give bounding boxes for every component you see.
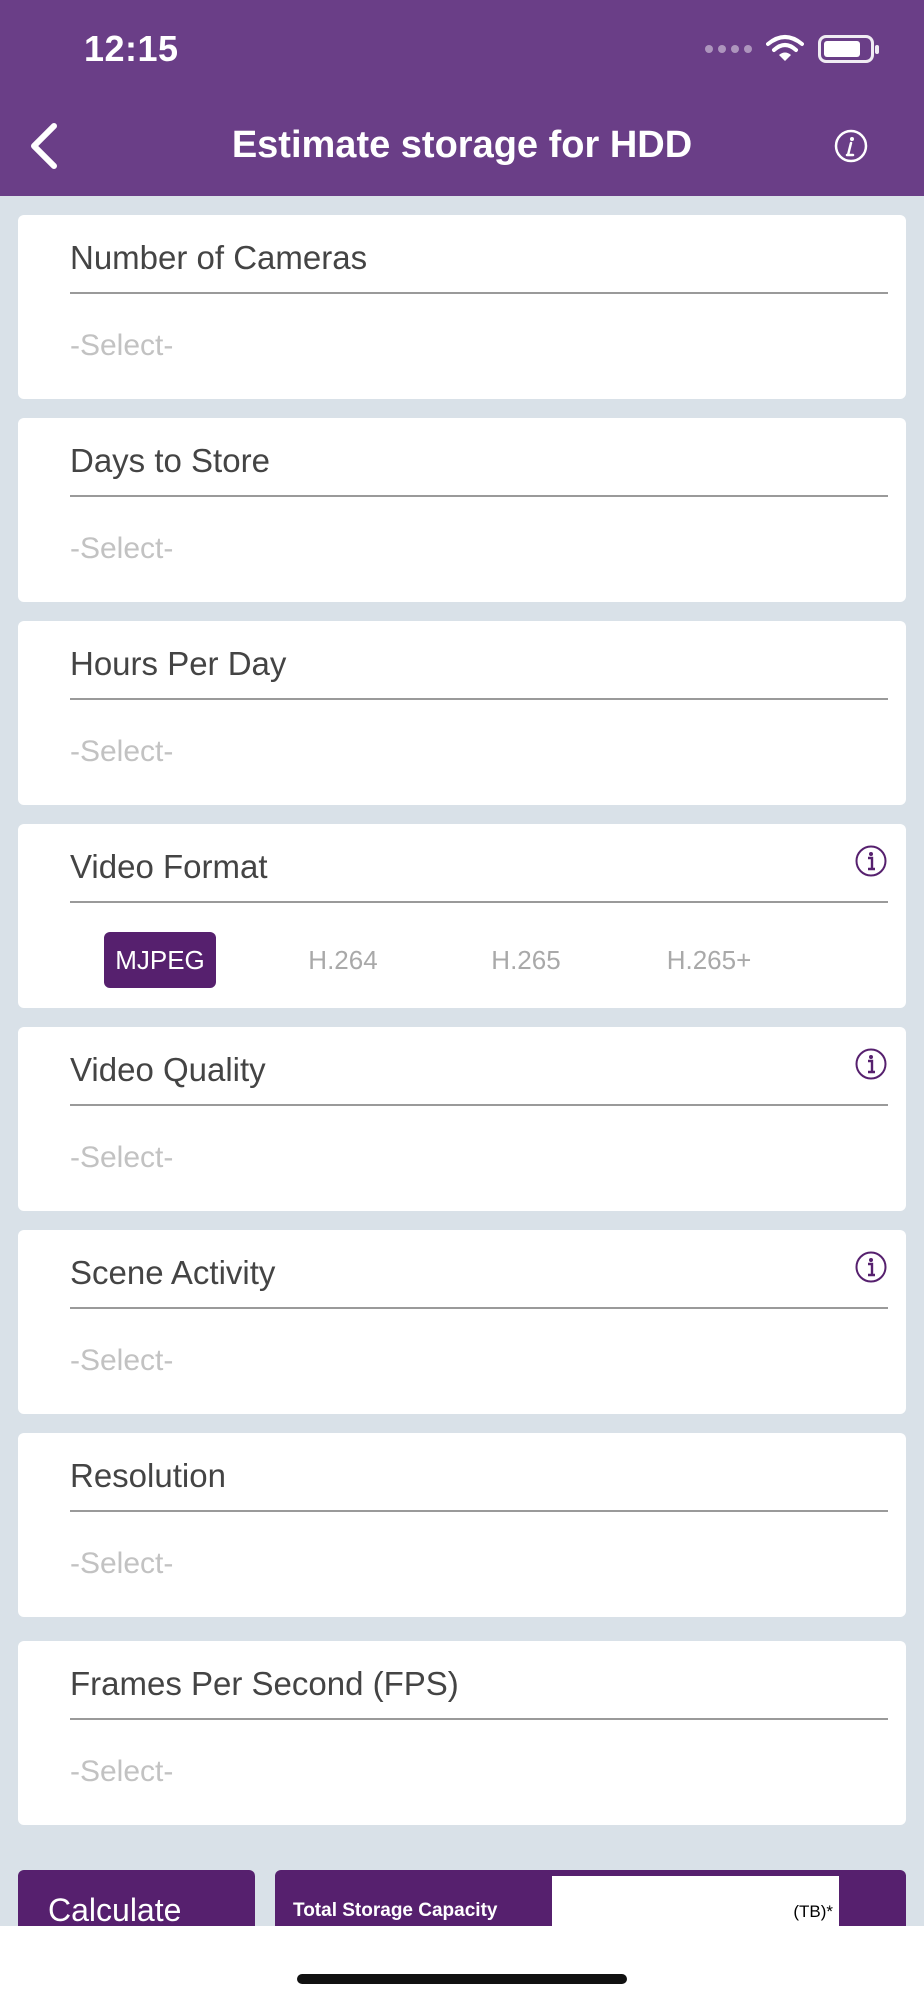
total-storage-value: (TB)* [552,1876,839,1926]
field-days-to-store[interactable]: Days to Store -Select- [18,418,906,602]
wifi-icon [766,35,804,61]
format-option-h265[interactable]: H.265 [470,932,582,988]
select-value[interactable]: -Select- [70,532,173,566]
field-video-quality[interactable]: Video Quality -Select- [18,1027,906,1211]
signal-icon [705,45,752,53]
field-video-format: Video Format MJPEG H.264 H.265 H.265+ [18,824,906,1008]
status-icons [705,34,879,64]
home-indicator[interactable] [297,1974,627,1984]
field-label: Days to Store [70,442,270,479]
field-label: Number of Cameras [70,239,368,276]
field-label: Video Quality [70,1051,266,1088]
divider [70,1510,888,1512]
field-frames-per-second[interactable]: Frames Per Second (FPS) -Select- [18,1641,906,1825]
home-indicator-area [0,1926,924,2000]
format-option-mjpeg[interactable]: MJPEG [104,932,216,988]
info-icon[interactable] [854,1047,888,1081]
divider [70,1718,888,1720]
select-value[interactable]: -Select- [70,1547,173,1581]
field-label: Resolution [70,1457,226,1494]
divider [70,1104,888,1106]
divider [70,698,888,700]
field-label: Video Format [70,848,268,885]
field-label: Hours Per Day [70,645,287,682]
field-resolution[interactable]: Resolution -Select- [18,1433,906,1617]
info-icon[interactable] [854,844,888,878]
page-title: Estimate storage for HDD [231,124,693,166]
storage-unit-label: (TB)* [793,1902,833,1921]
video-format-options: MJPEG H.264 H.265 H.265+ [104,932,836,988]
divider [70,901,888,903]
total-storage-label: Total Storage Capacity [293,1900,498,1921]
battery-icon [818,35,879,63]
divider [70,292,888,294]
total-storage-panel: Total Storage Capacity (TB)* [275,1870,906,1926]
select-value[interactable]: -Select- [70,735,173,769]
info-icon[interactable] [834,129,868,163]
app-header: 12:15 Estimate storage for HDD [0,0,924,196]
field-scene-activity[interactable]: Scene Activity -Select- [18,1230,906,1414]
select-value[interactable]: -Select- [70,329,173,363]
divider [70,495,888,497]
field-number-of-cameras[interactable]: Number of Cameras -Select- [18,215,906,399]
calculate-button[interactable]: Calculate [18,1870,255,1926]
format-option-h264[interactable]: H.264 [287,932,399,988]
format-option-h265-plus[interactable]: H.265+ [653,932,765,988]
field-label: Scene Activity [70,1254,276,1291]
info-icon[interactable] [854,1250,888,1284]
field-hours-per-day[interactable]: Hours Per Day -Select- [18,621,906,805]
result-bar: Calculate Total Storage Capacity (TB)* [0,1870,924,1926]
select-value[interactable]: -Select- [70,1755,173,1789]
select-value[interactable]: -Select- [70,1344,173,1378]
select-value[interactable]: -Select- [70,1141,173,1175]
status-time: 12:15 [84,28,179,69]
divider [70,1307,888,1309]
field-label: Frames Per Second (FPS) [70,1665,459,1702]
